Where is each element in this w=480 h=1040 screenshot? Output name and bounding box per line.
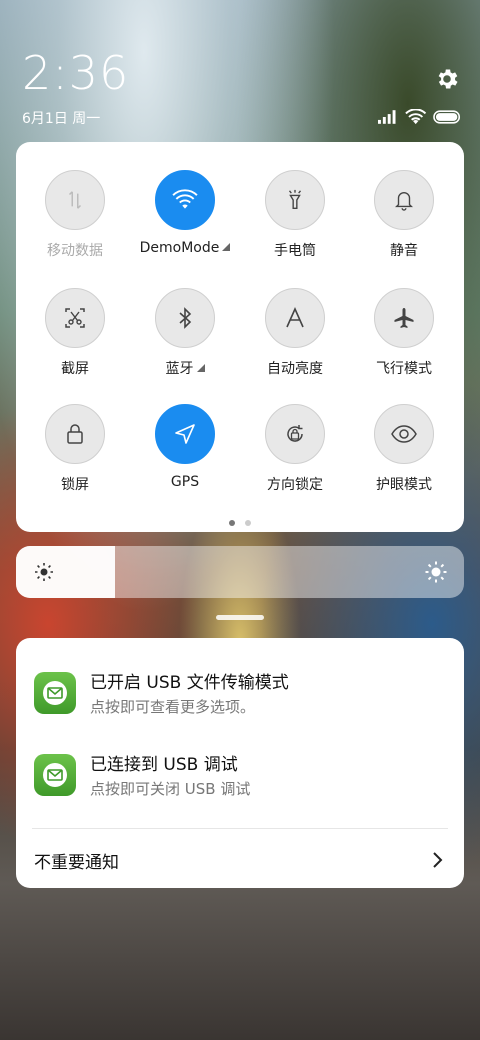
drag-handle[interactable] <box>216 615 264 620</box>
tile-wifi[interactable]: DemoMode <box>130 170 240 280</box>
tile-label: 移动数据 <box>47 243 103 259</box>
tile-label: GPS <box>170 474 200 490</box>
lock-icon[interactable] <box>45 404 105 464</box>
tile-auto-brightness[interactable]: 自动亮度 <box>240 288 350 398</box>
bell-icon[interactable] <box>374 170 434 230</box>
tile-label: 方向锁定 <box>267 477 323 493</box>
tile-screenshot[interactable]: 截屏 <box>20 288 130 398</box>
tile-location[interactable]: GPS <box>130 404 240 514</box>
usb-app-icon <box>34 754 76 796</box>
date: 6月1日 周一 <box>22 111 101 127</box>
rotation-lock-icon[interactable] <box>265 404 325 464</box>
screenshot-icon[interactable] <box>45 288 105 348</box>
tile-label: DemoMode <box>130 240 240 256</box>
clock: 2:36 <box>22 46 130 100</box>
notification-usb-debug[interactable]: 已连接到 USB 调试 点按即可关闭 USB 调试 <box>16 720 464 798</box>
tile-eye[interactable]: 护眼模式 <box>349 404 459 514</box>
tile-label: 静音 <box>390 243 418 259</box>
tile-label: 护眼模式 <box>376 477 432 493</box>
tile-airplane[interactable]: 飞行模式 <box>349 288 459 398</box>
airplane-icon[interactable] <box>374 288 434 348</box>
status-bar: 2:36 6月1日 周一 <box>0 0 480 140</box>
expand-triangle-icon <box>196 364 205 372</box>
flashlight-icon[interactable] <box>265 170 325 230</box>
tile-bluetooth[interactable]: 蓝牙 <box>130 288 240 398</box>
usb-app-icon <box>34 672 76 714</box>
eye-icon[interactable] <box>374 404 434 464</box>
auto-brightness-icon[interactable] <box>265 288 325 348</box>
expand-triangle-icon <box>222 243 231 251</box>
tile-lock[interactable]: 锁屏 <box>20 404 130 514</box>
page-indicator <box>16 520 464 526</box>
tile-bell[interactable]: 静音 <box>349 170 459 280</box>
notification-title: 已连接到 USB 调试 <box>90 755 238 775</box>
bluetooth-icon[interactable] <box>155 288 215 348</box>
brightness-level <box>16 546 115 598</box>
notification-card: 已开启 USB 文件传输模式 点按即可查看更多选项。 已连接到 USB 调试 点… <box>16 638 464 888</box>
wifi-icon <box>405 109 427 125</box>
signal-icon <box>378 110 396 124</box>
page-dot[interactable] <box>245 520 251 526</box>
mobile-data-icon[interactable] <box>45 170 105 230</box>
tile-label: 自动亮度 <box>267 361 323 377</box>
battery-icon <box>433 110 460 124</box>
tile-label: 蓝牙 <box>130 358 240 378</box>
page-dot[interactable] <box>229 520 235 526</box>
wifi-icon[interactable] <box>155 170 215 230</box>
notification-subtitle: 点按即可查看更多选项。 <box>90 698 256 716</box>
notification-title: 已开启 USB 文件传输模式 <box>90 673 289 693</box>
chevron-right-icon[interactable] <box>430 850 446 870</box>
tile-label: 截屏 <box>61 361 89 377</box>
quick-settings-panel: 移动数据 DemoMode 手电筒 静音截屏 蓝牙 自动亮度 飞行模式锁屏 GPS 方向锁定 护眼… <box>16 142 464 532</box>
notification-usb-transfer[interactable]: 已开启 USB 文件传输模式 点按即可查看更多选项。 <box>16 638 464 716</box>
tile-label: 手电筒 <box>274 243 316 259</box>
brightness-slider[interactable] <box>16 546 464 598</box>
location-icon[interactable] <box>155 404 215 464</box>
tile-label: 锁屏 <box>61 477 89 493</box>
tile-mobile-data[interactable]: 移动数据 <box>20 170 130 280</box>
tile-label: 飞行模式 <box>376 361 432 377</box>
tile-flashlight[interactable]: 手电筒 <box>240 170 350 280</box>
brightness-high-icon <box>425 561 447 583</box>
brightness-low-icon <box>35 563 53 581</box>
divider <box>32 828 448 829</box>
unimportant-notifications-link[interactable]: 不重要通知 <box>34 848 119 873</box>
notification-subtitle: 点按即可关闭 USB 调试 <box>90 780 251 798</box>
tile-rotation-lock[interactable]: 方向锁定 <box>240 404 350 514</box>
gear-icon[interactable] <box>434 66 460 92</box>
